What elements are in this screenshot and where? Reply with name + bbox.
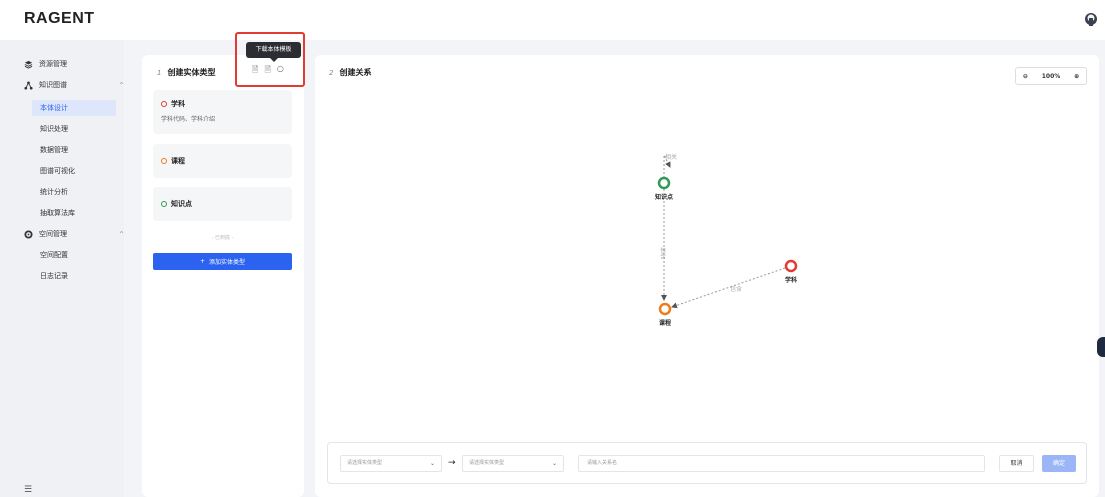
sidebar-item-knowledge-processing[interactable]: 知识处理: [40, 124, 68, 134]
edge-contains-subject-course[interactable]: [671, 267, 786, 309]
node-course[interactable]: [658, 302, 672, 316]
confirm-button[interactable]: 确定: [1042, 455, 1076, 472]
entity-color-dot: [161, 158, 167, 164]
sidebar-group-space[interactable]: 空间管理 ^: [24, 229, 124, 239]
relation-name-input[interactable]: 请输入关系名: [578, 455, 985, 472]
sidebar-item-space-config[interactable]: 空间配置: [40, 250, 68, 260]
sidebar-group-label: 知识图谱: [39, 81, 67, 89]
graph-icon: [24, 80, 33, 90]
relation-graph[interactable]: 相关 包含 包含 知识点 学科 课程: [315, 55, 1099, 440]
assistant-avatar[interactable]: [1097, 337, 1105, 357]
sidebar-item-data-management[interactable]: 数据管理: [40, 145, 68, 155]
entity-name: 课程: [161, 156, 185, 166]
sidebar-item-log-records[interactable]: 日志记录: [40, 271, 68, 281]
sidebar-item-extraction-library[interactable]: 抽取算法库: [40, 208, 75, 218]
user-avatar-icon[interactable]: [1084, 12, 1098, 26]
node-label: 学科: [785, 276, 797, 284]
step-number: 1: [157, 68, 162, 77]
entity-description: 学科代码、学科介绍: [161, 116, 216, 123]
layers-icon: [24, 60, 33, 69]
sidebar-item-ontology-design[interactable]: 本体设计: [32, 100, 116, 116]
sidebar-group-resources[interactable]: 资源管理: [24, 59, 67, 69]
entity-card-course[interactable]: 课程: [153, 144, 292, 178]
entity-color-dot: [161, 101, 167, 107]
sidebar-group-knowledge-graph[interactable]: 知识图谱 ^: [24, 80, 124, 90]
edge-label: 包含: [730, 285, 742, 293]
create-relation-bar: 请选择实体类型 ⌄ → 请选择实体类型 ⌄ 请输入关系名 取消 确定: [327, 442, 1087, 484]
node-label: 课程: [659, 319, 671, 327]
node-subject[interactable]: [784, 259, 798, 273]
caret-up-icon: ^: [118, 81, 124, 89]
select-placeholder: 请选择实体类型: [347, 460, 383, 466]
entity-panel-title: 创建实体类型: [167, 68, 216, 77]
highlight-box: [235, 32, 305, 87]
add-entity-type-button[interactable]: + 添加实体类型: [153, 253, 292, 270]
menu-collapse-icon[interactable]: ☰: [24, 485, 32, 495]
edge-label: 包含: [659, 246, 666, 260]
node-knowledge-point[interactable]: [657, 176, 671, 190]
app-logo: RAGENT: [24, 10, 95, 27]
chevron-down-icon: ⌄: [429, 460, 435, 467]
chevron-down-icon: ⌄: [551, 460, 557, 467]
plus-icon: +: [199, 258, 205, 265]
entity-color-dot: [161, 201, 167, 207]
sidebar-item-statistics[interactable]: 统计分析: [40, 187, 68, 197]
edge-label: 相关: [665, 153, 677, 161]
entity-card-knowledge-point[interactable]: 知识点: [153, 187, 292, 221]
entity-card-subject[interactable]: 学科 学科代码、学科介绍: [153, 90, 292, 134]
select-placeholder: 请选择实体类型: [469, 460, 505, 466]
sidebar-group-label: 空间管理: [39, 230, 67, 238]
sidebar: 资源管理 知识图谱 ^ 本体设计 知识处理 数据管理 图谱可视化 统计分析 抽取…: [0, 40, 124, 497]
entity-panel-header: 1 创建实体类型: [157, 67, 215, 78]
caret-up-icon: ^: [118, 230, 124, 238]
add-entity-type-label: 添加实体类型: [209, 259, 246, 266]
gear-icon: [24, 229, 33, 239]
entity-name: 学科: [161, 99, 185, 109]
arrow-right-icon: →: [448, 458, 456, 468]
node-label: 知识点: [655, 193, 673, 201]
cancel-button[interactable]: 取消: [999, 455, 1034, 472]
sidebar-group-label: 资源管理: [39, 60, 67, 68]
entity-name: 知识点: [161, 199, 192, 209]
sidebar-item-graph-visualization[interactable]: 图谱可视化: [40, 166, 75, 176]
source-entity-select[interactable]: 请选择实体类型 ⌄: [340, 455, 442, 472]
end-of-list-hint: - 已到底 -: [211, 235, 234, 241]
top-bar: RAGENT: [0, 0, 1105, 40]
target-entity-select[interactable]: 请选择实体类型 ⌄: [462, 455, 564, 472]
